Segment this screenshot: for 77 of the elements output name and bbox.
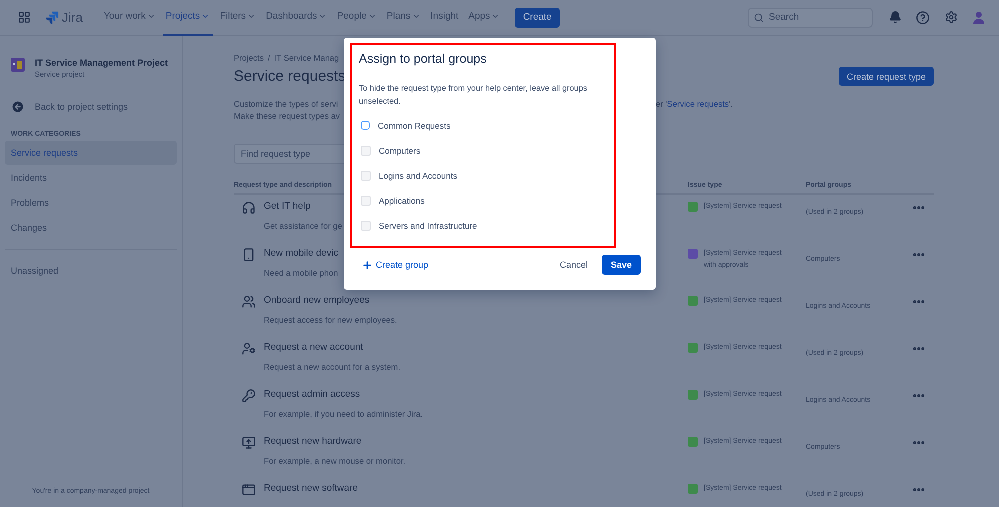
checkbox-label: Common Requests	[378, 120, 451, 130]
search-icon	[754, 12, 764, 22]
dialog-title: Assign to portal groups	[359, 52, 488, 66]
request-type-description: For example, if you need to administer Jira.	[264, 409, 424, 419]
create-button[interactable]: Create	[515, 8, 560, 28]
chevron-down-icon[interactable]	[368, 12, 377, 21]
nav-menu-item[interactable]: Filters	[217, 0, 260, 36]
request-type-name[interactable]: Get IT help	[264, 201, 311, 215]
app-switcher-icon[interactable]	[18, 11, 30, 24]
back-link[interactable]: Back to project settings	[5, 97, 177, 117]
nav-menu-item[interactable]: Projects	[162, 0, 214, 36]
monitor-icon	[242, 436, 256, 450]
sidebar-item[interactable]: Changes	[5, 216, 177, 240]
request-type-name[interactable]: Request a new account	[264, 342, 364, 356]
checkbox[interactable]	[361, 196, 371, 206]
request-type-description: Need a mobile phon	[264, 268, 338, 278]
create-group-link[interactable]: Create group	[362, 260, 429, 270]
request-type-name[interactable]: Request new software	[264, 483, 358, 497]
cancel-button[interactable]: Cancel	[552, 255, 596, 275]
search-field[interactable]: Search	[748, 8, 873, 28]
nav-menu-item[interactable]: Dashboards	[263, 0, 330, 36]
plus-icon[interactable]	[362, 260, 373, 270]
request-type-description: Request a new account for a system.	[264, 362, 401, 372]
headset-icon	[242, 201, 256, 215]
jira-logo-icon[interactable]	[46, 11, 59, 24]
chevron-down-icon[interactable]	[201, 12, 210, 21]
description-text: Make these request types av	[234, 111, 340, 121]
phone-icon	[242, 248, 256, 262]
key-icon	[242, 389, 256, 403]
request-type-description: For example, a new mouse or monitor.	[264, 456, 406, 466]
dialog-text: To hide the request type from your help center, leave all groups unselected.	[359, 83, 588, 108]
help-icon[interactable]	[916, 10, 930, 24]
request-type-name[interactable]: Onboard new employees	[264, 295, 370, 309]
project-avatar-icon	[11, 58, 25, 72]
save-button[interactable]: Save	[602, 255, 641, 275]
app-window-icon	[242, 483, 256, 497]
user-gear-icon	[242, 342, 256, 356]
description-text: er 'Service requests'.	[656, 99, 733, 109]
project-name: IT Service Management Project	[35, 58, 168, 68]
people-icon	[242, 295, 256, 309]
avatar-icon[interactable]	[973, 11, 985, 24]
checkbox[interactable]	[361, 170, 371, 180]
sidebar-item[interactable]: Incidents	[5, 166, 177, 190]
create-request-type-button[interactable]: Create request type	[838, 67, 934, 86]
checkbox[interactable]	[361, 220, 371, 230]
breadcrumb-link[interactable]: IT Service Manag	[274, 53, 340, 63]
request-type-name[interactable]: New mobile devic	[264, 248, 338, 262]
nav-menu-item[interactable]: Insight	[428, 0, 462, 36]
request-type-description: Get assistance for ge	[264, 221, 342, 231]
settings-icon[interactable]	[944, 11, 958, 24]
chevron-down-icon[interactable]	[146, 12, 156, 21]
request-type-description: Request access for new employees.	[264, 315, 398, 325]
chevron-down-icon[interactable]	[412, 12, 421, 21]
checkbox-label: Applications	[379, 196, 425, 206]
checkbox-label: Servers and Infrastructure	[379, 220, 478, 230]
jira-logo-text[interactable]: Jira	[62, 10, 83, 25]
description-text: Customize the types of servi	[234, 99, 338, 109]
breadcrumb-link[interactable]: Projects	[234, 53, 264, 63]
breadcrumb-separator: /	[268, 53, 270, 63]
checkbox[interactable]	[361, 146, 371, 156]
sidebar-item[interactable]: Unassigned	[5, 259, 177, 283]
page-title: Service requests	[234, 68, 346, 85]
checkbox-label: Logins and Accounts	[379, 170, 458, 180]
nav-menu-item[interactable]: Plans	[384, 0, 424, 36]
request-type-name[interactable]: Request new hardware	[264, 436, 362, 450]
sidebar-item[interactable]: Problems	[5, 191, 177, 215]
service-requests-link[interactable]: Service requests	[667, 99, 730, 109]
checkbox-label: Computers	[379, 146, 421, 156]
chevron-down-icon[interactable]	[491, 12, 500, 21]
bell-icon[interactable]	[888, 11, 902, 24]
nav-menu-item[interactable]: Your work	[100, 0, 159, 36]
nav-menu-item[interactable]: Apps	[466, 0, 504, 36]
nav-menu-item[interactable]: People	[334, 0, 380, 36]
chevron-down-icon[interactable]	[318, 12, 328, 21]
sidebar-item[interactable]: Service requests	[5, 141, 177, 165]
request-type-name[interactable]: Request admin access	[264, 389, 360, 403]
chevron-down-icon[interactable]	[247, 12, 256, 21]
